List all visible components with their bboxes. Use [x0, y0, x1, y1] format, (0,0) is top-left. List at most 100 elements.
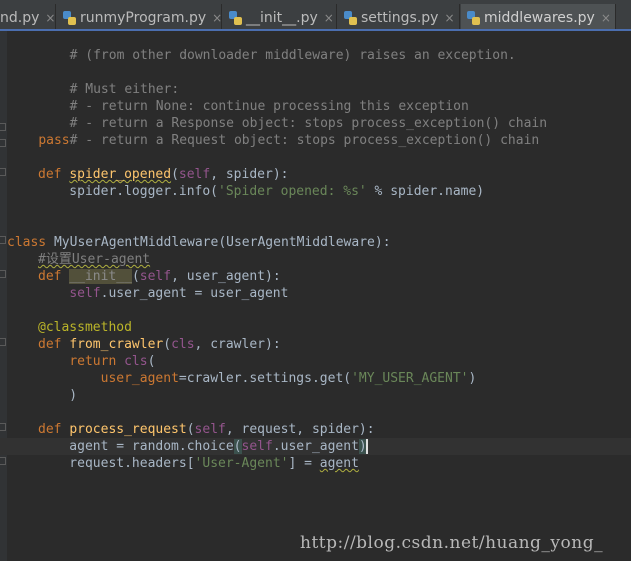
code-line: user_agent=crawler.settings.get('MY_USER… — [7, 370, 477, 387]
variable: agent — [319, 456, 359, 471]
code-line: def from_crawler(cls, crawler): — [7, 336, 281, 353]
code-line: # - return None: continue processing thi… — [7, 81, 469, 114]
fold-marker-icon[interactable] — [0, 338, 6, 346]
code-line: def spider_opened(self, spider): — [7, 166, 288, 183]
keyword: pass — [38, 133, 70, 148]
code-text: ] = — [288, 456, 320, 471]
tab-label: nd.py — [0, 9, 40, 26]
code-line: def __init__(self, user_agent): — [7, 268, 281, 285]
tab-init[interactable]: __init__.py × — [223, 4, 337, 29]
code-text: .user_agent — [272, 439, 359, 454]
paren: ( — [163, 337, 172, 352]
code-line: # (from other downloader middleware) rai… — [7, 30, 516, 63]
code-line: ) — [7, 387, 77, 404]
self-param: self — [139, 269, 172, 284]
tab-middlewares[interactable]: middlewares.py × — [461, 4, 616, 29]
tab-nd[interactable]: nd.py × — [0, 4, 56, 29]
close-icon[interactable]: × — [601, 11, 611, 25]
code-line: return cls( — [7, 353, 155, 370]
code-line: # - return a Response object: stops proc… — [7, 98, 547, 131]
editor-tab-bar: nd.py × runmyProgram.py × __init__.py × … — [0, 0, 631, 31]
tab-label: __init__.py — [246, 9, 318, 26]
keyword: def — [38, 422, 70, 437]
fold-marker-icon[interactable] — [0, 423, 6, 431]
tab-label: settings.py — [361, 9, 439, 26]
watermark: http://blog.csdn.net/huang_yong_ — [300, 533, 604, 553]
fold-marker-icon[interactable] — [0, 270, 6, 278]
python-file-icon — [63, 10, 76, 25]
code-line: self.user_agent = user_agent — [7, 285, 288, 302]
tab-settings[interactable]: settings.py × — [338, 4, 460, 29]
code-text: % spider.name) — [366, 184, 485, 199]
close-icon[interactable]: × — [444, 11, 454, 25]
comment: # (from other downloader middleware) rai… — [38, 48, 516, 63]
params: , request, spider): — [225, 422, 375, 437]
code-line: @classmethod — [7, 319, 132, 336]
tab-label: middlewares.py — [484, 9, 595, 26]
function-name: process_request — [69, 422, 187, 437]
string: 'MY_USER_AGENT' — [351, 371, 469, 386]
string: 'User-Agent' — [194, 456, 289, 471]
keyword: def — [38, 167, 70, 182]
comment: # - return a Request object: stops proce… — [38, 133, 540, 148]
fold-marker-icon[interactable] — [0, 123, 6, 131]
code-line: spider.logger.info('Spider opened: %s' %… — [7, 183, 484, 200]
gutter — [0, 31, 7, 561]
function-name: from_crawler — [69, 337, 164, 352]
keyword: class — [7, 235, 54, 250]
code-line: #设置User-agent — [7, 251, 150, 268]
paren: ( — [186, 422, 195, 437]
python-file-icon — [229, 10, 242, 25]
code-text: spider.logger.info( — [38, 184, 219, 199]
close-icon[interactable]: × — [324, 11, 334, 25]
tab-overflow[interactable] — [617, 4, 631, 29]
code-text: =crawler.settings.get( — [178, 371, 352, 386]
fold-marker-icon[interactable] — [0, 168, 6, 176]
close-icon[interactable]: × — [212, 11, 222, 25]
current-code-line: agent = random.choice(self.user_agent) — [0, 438, 631, 455]
code-line: pass — [7, 132, 70, 149]
cls-param: cls — [171, 337, 195, 352]
class-name: MyUserAgentMiddleware(UserAgentMiddlewar… — [53, 235, 391, 250]
comment: #设置User-agent — [38, 252, 151, 267]
fold-marker-icon[interactable] — [0, 139, 6, 147]
fold-marker-icon[interactable] — [0, 236, 6, 244]
self-param: self — [178, 167, 211, 182]
paren: ) — [468, 371, 477, 386]
code-line: class MyUserAgentMiddleware(UserAgentMid… — [7, 234, 391, 251]
paren: ( — [233, 439, 242, 454]
code-line: # Must either: — [7, 64, 180, 97]
code-text: request.headers[ — [38, 456, 195, 471]
code-text: ) — [38, 388, 78, 403]
params: , crawler): — [194, 337, 281, 352]
paren: ( — [147, 354, 156, 369]
self-ref: self — [69, 286, 101, 301]
params: , spider): — [210, 167, 289, 182]
self-param: self — [194, 422, 226, 437]
code-line: request.headers['User-Agent'] = agent — [7, 455, 359, 472]
string: 'Spider opened: %s' — [218, 184, 367, 199]
keyword: return — [69, 354, 125, 369]
tab-runmyprogram[interactable]: runmyProgram.py × — [57, 4, 222, 29]
close-icon[interactable]: × — [45, 11, 55, 25]
paren: ( — [131, 269, 140, 284]
self-ref: self — [241, 439, 273, 454]
code-text: agent = random.choice — [38, 439, 234, 454]
python-file-icon — [344, 10, 357, 25]
code-editor[interactable]: # (from other downloader middleware) rai… — [0, 31, 631, 561]
keyword-arg: user_agent — [100, 371, 179, 386]
cls-ref: cls — [124, 354, 148, 369]
code-line: # - return a Request object: stops proce… — [7, 115, 540, 148]
code-line: def process_request(self, request, spide… — [7, 421, 375, 438]
tab-label: runmyProgram.py — [80, 9, 207, 26]
keyword: def — [38, 269, 70, 284]
function-name: spider_opened — [69, 167, 172, 182]
python-file-icon — [467, 10, 480, 25]
text-caret — [365, 439, 368, 454]
keyword: def — [38, 337, 70, 352]
fold-marker-icon[interactable] — [0, 457, 6, 465]
